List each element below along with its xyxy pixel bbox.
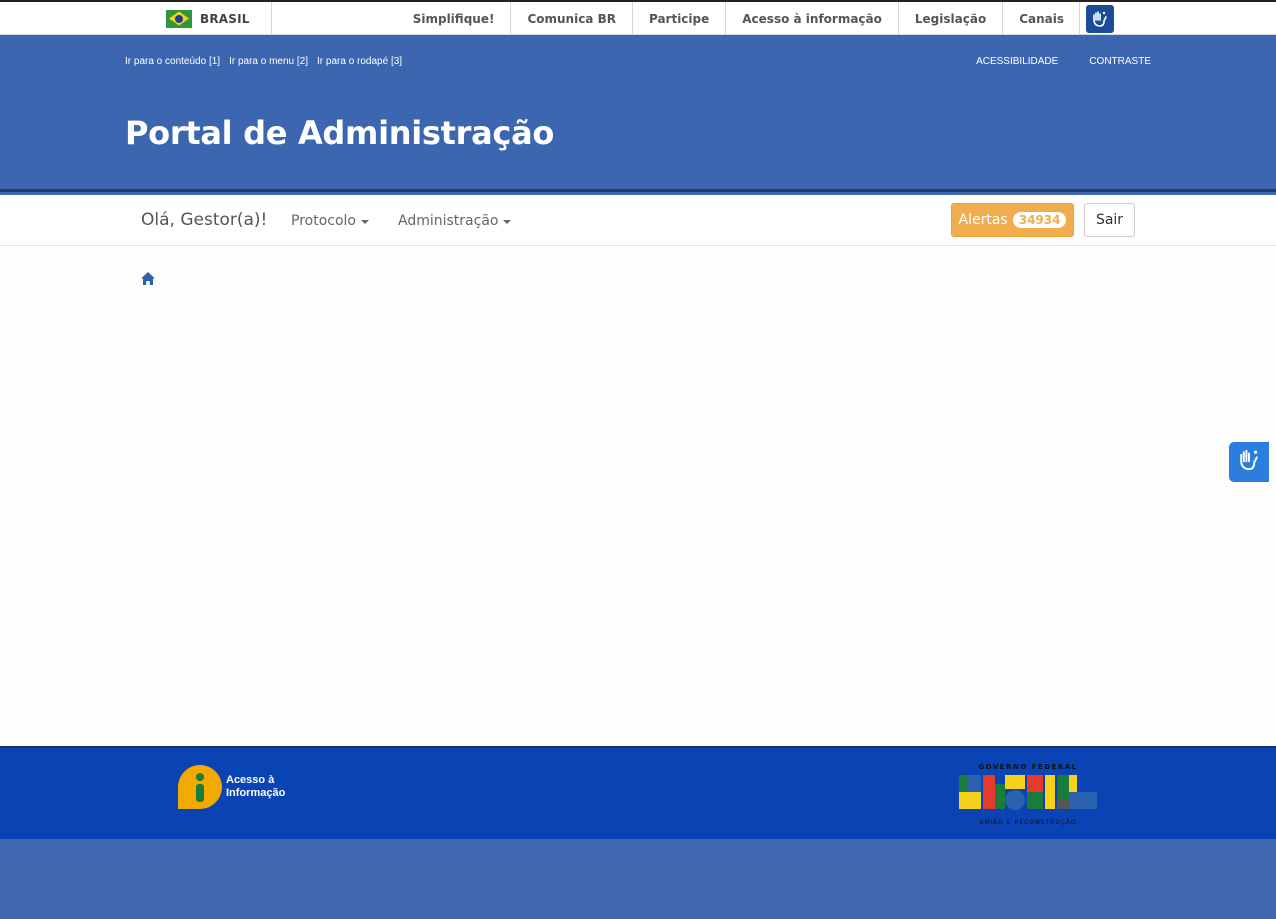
brasil-label: BRASIL (200, 11, 250, 26)
svg-text:UNIÃO E RECONSTRUÇÃO: UNIÃO E RECONSTRUÇÃO (979, 819, 1076, 826)
alerts-button[interactable]: Alertas 34934 (951, 203, 1074, 237)
page-bottom-background (0, 839, 1276, 919)
menu-protocolo[interactable]: Protocolo (291, 213, 369, 229)
vlibras-hands-icon (1236, 447, 1262, 477)
caret-down-icon (503, 220, 512, 224)
gov-link-simplifique[interactable]: Simplifique! (397, 2, 511, 35)
skip-to-menu-link[interactable]: Ir para o menu [2] (229, 56, 308, 67)
contrast-link[interactable]: CONTRASTE (1089, 56, 1151, 67)
alerts-label: Alertas (958, 212, 1008, 228)
vlibras-hands-icon (1085, 4, 1114, 33)
gov-link-participe[interactable]: Participe (631, 2, 725, 35)
gov-links: Simplifique! Comunica BR Participe Acess… (397, 2, 1080, 35)
vlibras-float-button[interactable] (1229, 442, 1269, 482)
main-content (0, 246, 1276, 746)
gov-link-acesso-informacao[interactable]: Acesso à informação (725, 2, 898, 35)
acesso-informacao-icon (178, 765, 222, 809)
divider (271, 2, 272, 35)
brasil-link[interactable]: BRASIL (166, 2, 250, 35)
site-footer: Acesso à Informação GOVERNO FEDERAL UNIÃ… (0, 746, 1276, 839)
gov-link-legislacao[interactable]: Legislação (897, 2, 1002, 35)
greeting: Olá, Gestor(a)! (141, 210, 268, 230)
page-title: Portal de Administração (125, 114, 555, 152)
gov-link-comunica-br[interactable]: Comunica BR (510, 2, 632, 35)
accessibility-link[interactable]: ACESSIBILIDADE (976, 56, 1058, 67)
acesso-informacao-label: Acesso à Informação (226, 774, 286, 799)
site-header: Ir para o conteúdo [1] Ir para o menu [2… (0, 35, 1276, 192)
accessibility-links: ACESSIBILIDADE CONTRASTE (976, 56, 1151, 67)
alerts-count-badge: 34934 (1012, 212, 1067, 228)
acesso-informacao-link[interactable]: Acesso à Informação (178, 765, 296, 809)
logout-button[interactable]: Sair (1084, 203, 1135, 237)
gov-link-canais[interactable]: Canais (1002, 2, 1080, 35)
home-icon[interactable] (140, 271, 156, 290)
skip-links: Ir para o conteúdo [1] Ir para o menu [2… (125, 56, 402, 67)
menu-protocolo-label: Protocolo (291, 213, 356, 229)
main-navbar: Olá, Gestor(a)! Protocolo Administração … (0, 195, 1276, 246)
skip-to-content-link[interactable]: Ir para o conteúdo [1] (125, 56, 220, 67)
gov-top-bar: BRASIL Simplifique! Comunica BR Particip… (0, 0, 1276, 35)
menu-administracao-label: Administração (398, 213, 499, 229)
brazil-flag-icon (166, 9, 192, 28)
vlibras-top-button[interactable] (1079, 2, 1119, 35)
menu-administracao[interactable]: Administração (398, 213, 512, 229)
caret-down-icon (360, 220, 369, 224)
skip-to-footer-link[interactable]: Ir para o rodapé [3] (317, 56, 402, 67)
svg-text:GOVERNO FEDERAL: GOVERNO FEDERAL (978, 763, 1077, 771)
governo-federal-logo: GOVERNO FEDERAL UNIÃO E RECONSTRUÇÃO (958, 762, 1098, 828)
